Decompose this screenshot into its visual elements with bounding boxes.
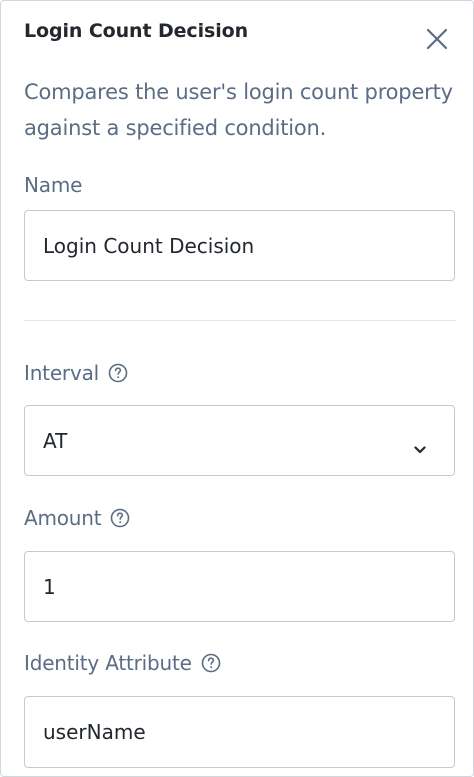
identity-attribute-label: Identity Attribute [24, 651, 221, 675]
close-icon[interactable] [425, 27, 449, 51]
help-circle-icon[interactable] [201, 653, 221, 673]
interval-select-value: AT [43, 428, 68, 453]
panel-title: Login Count Decision [24, 20, 248, 42]
amount-input[interactable]: 1 [24, 551, 455, 622]
interval-label-text: Interval [24, 361, 99, 385]
name-label-text: Name [24, 173, 83, 197]
node-properties-panel: Login Count Decision Compares the user's… [0, 0, 474, 777]
chevron-down-icon [414, 436, 426, 454]
help-circle-icon[interactable] [110, 508, 130, 528]
panel-description: Compares the user's login count property… [24, 80, 453, 140]
help-circle-icon[interactable] [108, 363, 128, 383]
name-input[interactable]: Login Count Decision [24, 210, 455, 281]
amount-input-value: 1 [43, 574, 56, 599]
identity-attribute-label-text: Identity Attribute [24, 651, 192, 675]
identity-attribute-input-value: userName [43, 720, 146, 744]
amount-label: Amount [24, 506, 130, 530]
interval-label: Interval [24, 361, 128, 385]
amount-label-text: Amount [24, 506, 102, 530]
section-divider [24, 320, 456, 321]
identity-attribute-input[interactable]: userName [24, 696, 455, 768]
name-label: Name [24, 173, 82, 197]
name-input-value: Login Count Decision [43, 233, 255, 258]
interval-select[interactable]: AT [24, 405, 455, 476]
